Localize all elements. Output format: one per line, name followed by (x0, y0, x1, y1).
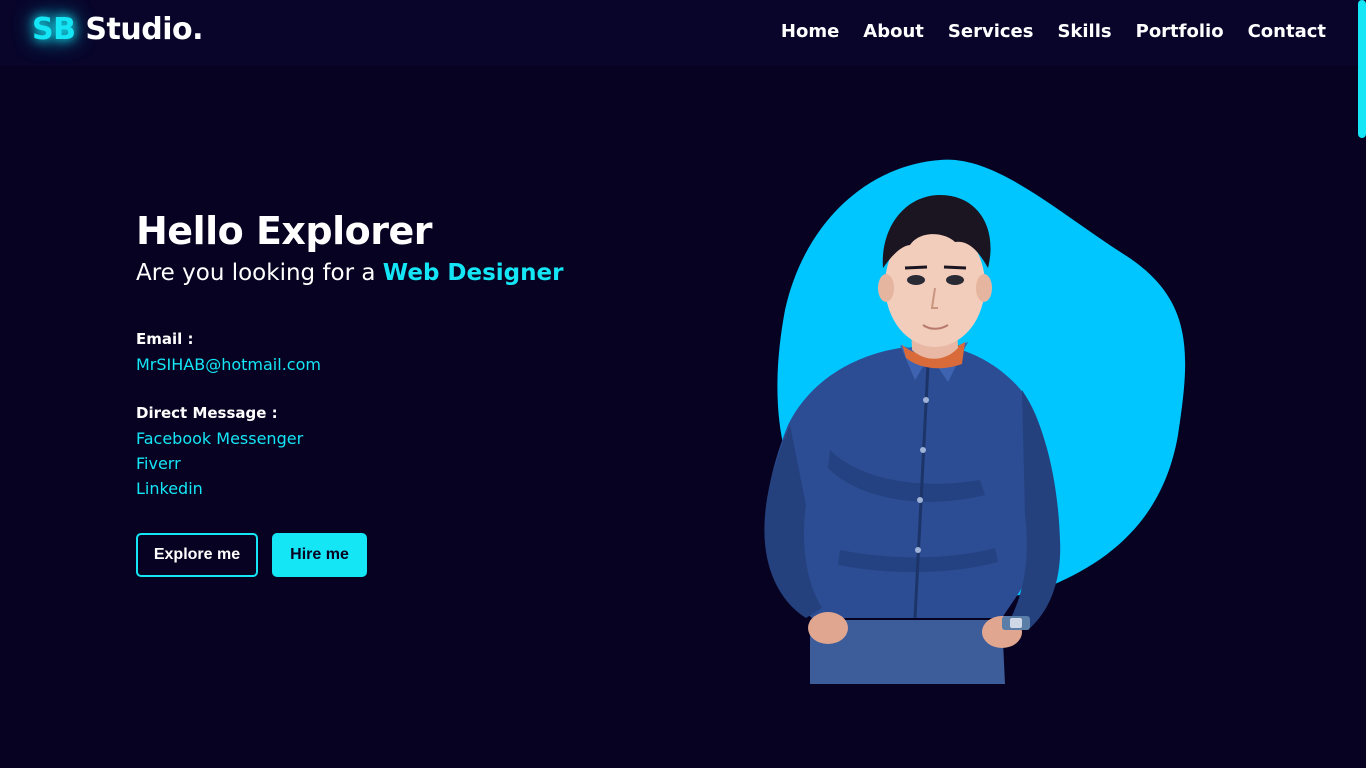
logo[interactable]: SB Studio. (32, 12, 203, 47)
nav-skills[interactable]: Skills (1057, 21, 1111, 42)
fiverr-link[interactable]: Fiverr (136, 451, 303, 476)
hero-heading: Hello Explorer (136, 209, 433, 253)
email-label: Email : (136, 330, 194, 348)
explore-me-button[interactable]: Explore me (136, 533, 258, 577)
facebook-messenger-link[interactable]: Facebook Messenger (136, 426, 303, 451)
logo-accent: SB (32, 12, 76, 47)
hero-illustration (740, 150, 1210, 710)
hero-subtitle: Are you looking for a Web Designer (136, 260, 696, 286)
hero-text: Hello Explorer Are you looking for a Web… (136, 208, 696, 286)
scrollbar-thumb[interactable] (1358, 0, 1366, 138)
subtitle-highlight: Web Designer (382, 260, 564, 286)
nav-portfolio[interactable]: Portfolio (1136, 21, 1224, 42)
site-header: SB Studio. Home About Services Skills Po… (0, 0, 1366, 66)
page: SB Studio. Home About Services Skills Po… (0, 0, 1366, 768)
logo-text: Studio. (75, 12, 203, 47)
nav-about[interactable]: About (863, 21, 924, 42)
nav-services[interactable]: Services (948, 21, 1034, 42)
email-link[interactable]: MrSIHAB@hotmail.com (136, 352, 321, 377)
main-nav: Home About Services Skills Portfolio Con… (781, 21, 1326, 42)
direct-message-label: Direct Message : (136, 404, 278, 422)
linkedin-link[interactable]: Linkedin (136, 476, 303, 501)
direct-message-links: Facebook Messenger Fiverr Linkedin (136, 426, 303, 501)
avatar-illustration (764, 159, 1186, 684)
nav-home[interactable]: Home (781, 21, 839, 42)
hire-me-button[interactable]: Hire me (272, 533, 367, 577)
nav-contact[interactable]: Contact (1248, 21, 1326, 42)
subtitle-prefix: Are you looking for a (136, 260, 383, 286)
